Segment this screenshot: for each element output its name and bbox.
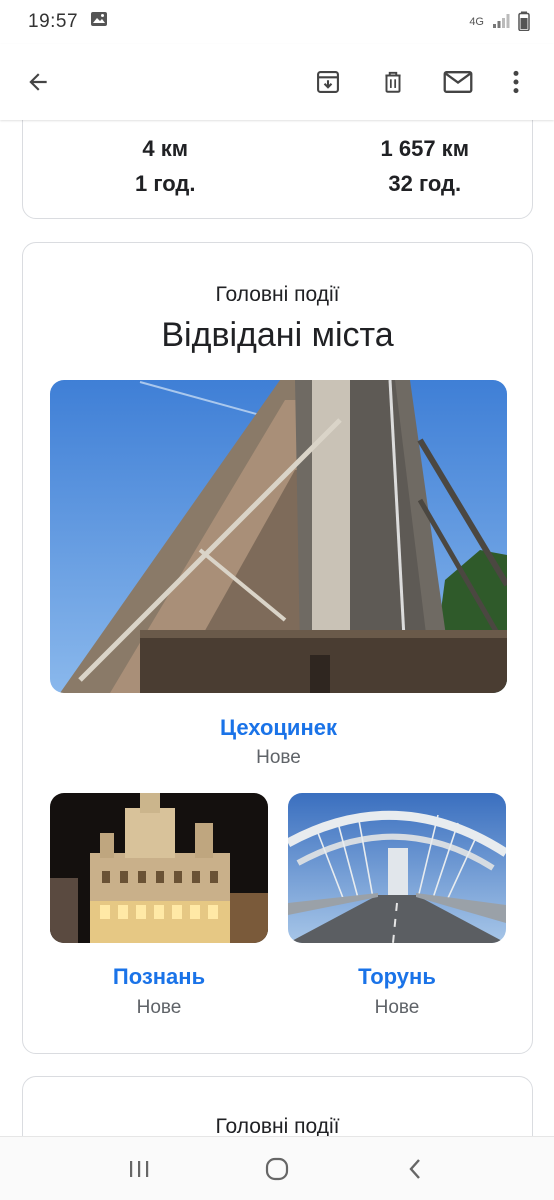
recents-icon[interactable] <box>114 1144 164 1194</box>
stat-distance-left: 4 км <box>142 136 189 161</box>
mark-unread-icon[interactable] <box>438 62 478 102</box>
email-content[interactable]: 4 км 1 год. 1 657 км 32 год. Головні под… <box>0 120 554 1136</box>
city-photo-torun[interactable] <box>288 793 506 943</box>
stats-right: 1 657 км 32 год. <box>278 131 533 201</box>
city-status-torun: Нове <box>374 997 420 1018</box>
featured-city-photo[interactable] <box>50 380 507 693</box>
visited-cities-card: Головні події Відвідані міста Цехоцинек … <box>22 242 533 1054</box>
city-status-poznan: Нове <box>136 997 182 1018</box>
city-name-torun[interactable]: Торунь <box>288 964 506 990</box>
signal-icon <box>492 13 510 32</box>
back-icon[interactable] <box>390 1144 440 1194</box>
stat-distance-right: 1 657 км <box>380 136 469 161</box>
card-subtitle: Головні події <box>215 283 340 306</box>
stat-time-right: 32 год. <box>388 171 462 196</box>
featured-city-name[interactable]: Цехоцинек <box>50 715 507 741</box>
card-subtitle: Головні події <box>215 1115 340 1136</box>
system-nav-bar <box>0 1136 554 1200</box>
image-icon <box>90 11 108 33</box>
featured-city-status: Нове <box>256 747 301 768</box>
more-vert-icon[interactable] <box>496 62 536 102</box>
archive-icon[interactable] <box>308 62 348 102</box>
app-toolbar <box>0 44 554 120</box>
city-name-poznan[interactable]: Познань <box>50 964 268 990</box>
delete-icon[interactable] <box>373 62 413 102</box>
card-title: Відвідані міста <box>161 316 394 354</box>
stats-left: 4 км 1 год. <box>23 131 278 201</box>
network-4g-icon: 4G <box>469 16 484 28</box>
stat-time-left: 1 год. <box>135 171 196 196</box>
status-bar: 19:57 4G <box>0 0 554 44</box>
battery-icon <box>518 11 530 34</box>
stats-card: 4 км 1 год. 1 657 км 32 год. <box>22 120 533 219</box>
home-icon[interactable] <box>252 1144 302 1194</box>
back-arrow-icon[interactable] <box>18 62 58 102</box>
next-highlights-card: Головні події <box>22 1076 533 1136</box>
city-photo-poznan[interactable] <box>50 793 268 943</box>
status-time: 19:57 <box>28 11 79 32</box>
